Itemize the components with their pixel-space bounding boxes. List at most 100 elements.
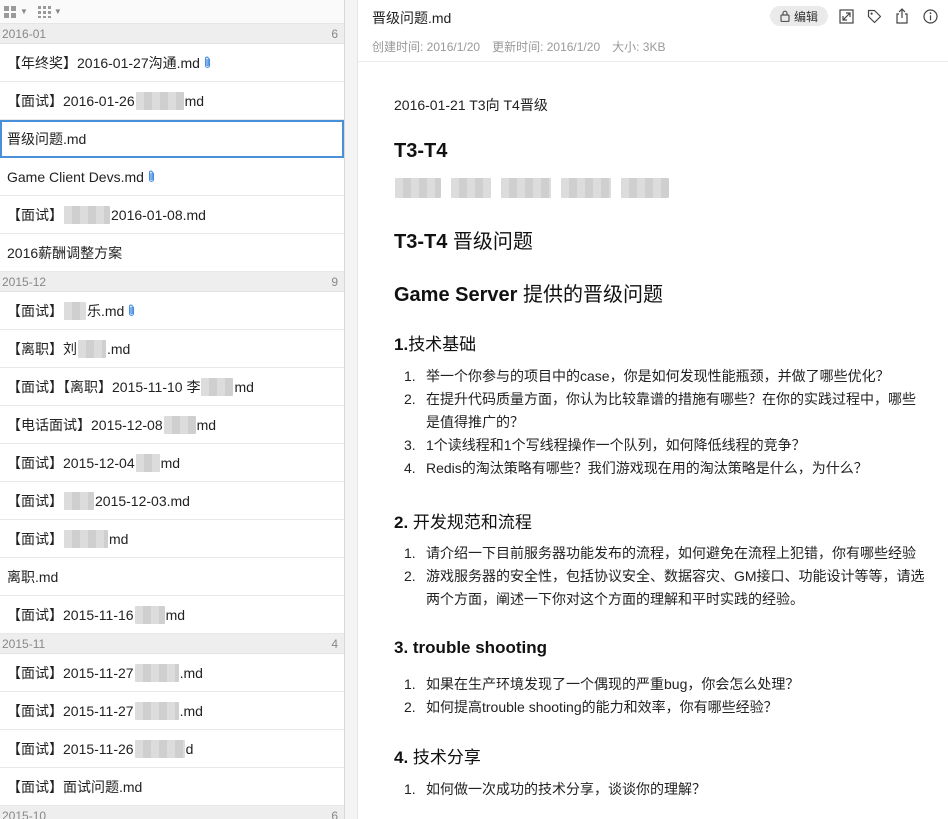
- note-title-part: .md: [107, 340, 131, 357]
- redacted-block: [501, 178, 551, 198]
- note-list-item[interactable]: 【面试】2015-11-26 d: [0, 730, 344, 768]
- redacted-block: [451, 178, 491, 198]
- updated-time: 更新时间: 2016/1/20: [492, 40, 601, 54]
- group-count: 6: [331, 808, 338, 819]
- date-line: 2016-01-21 T3向 T4晋级: [394, 97, 548, 113]
- panel-divider[interactable]: [344, 0, 358, 819]
- group-label: 2016-01: [2, 26, 47, 41]
- group-count: 9: [331, 274, 338, 289]
- note-list-item[interactable]: 【面试】2015-11-16 md: [0, 596, 344, 634]
- list-item: 1. 如果在生产环境发现了一个偶现的严重bug，你会怎么处理？: [404, 676, 800, 692]
- heading-game-server-zh: 提供的晋级问题: [517, 284, 663, 306]
- note-list-item[interactable]: Game Client Devs.md: [0, 158, 344, 196]
- note-list-item[interactable]: 离职.md: [0, 558, 344, 596]
- group-count: 4: [331, 636, 338, 651]
- section-2-number: 2.: [394, 513, 409, 532]
- note-title-part: 【面试】2015-11-27: [7, 664, 134, 681]
- note-title-part: .md: [179, 702, 203, 719]
- note-title-part: 【面试】2015-12-04: [7, 454, 135, 471]
- note-list-item[interactable]: 【面试】2015-12-04 md: [0, 444, 344, 482]
- file-size: 大小: 3KB: [612, 40, 666, 54]
- redacted-block: [135, 91, 184, 110]
- note-title-part: md: [234, 378, 254, 395]
- note-title-part: md: [109, 530, 129, 547]
- note-list-item[interactable]: 【面试】面试问题.md: [0, 768, 344, 806]
- list-item: 2. 在提升代码质量方面，你认为比较靠谱的措施有哪些？在你的实践过程中，哪些 是值得…: [404, 391, 916, 430]
- note-list: 2016-01 6 【年终奖】2016-01-27沟通.md 【面试】2016-01-…: [0, 24, 344, 819]
- note-title-part: 【面试】: [7, 492, 63, 509]
- edit-button[interactable]: 编辑: [769, 6, 828, 26]
- list-item: 2. 游戏服务器的安全性，包括协议安全、数据容灾、GM接口、功能设计等等，请选 两个…: [404, 568, 925, 607]
- note-title-part: 乐.md: [87, 302, 125, 319]
- note-list-item[interactable]: 【电话面试】2015-12-08 md: [0, 406, 344, 444]
- share-button[interactable]: [892, 6, 912, 26]
- group-label: 2015-10: [2, 808, 47, 819]
- note-list-item[interactable]: 【面试】2016-01-26 md: [0, 82, 344, 120]
- note-title-part: 2016-01-08.md: [111, 206, 206, 223]
- list-toolbar: ▼ ▼: [0, 0, 344, 24]
- info-button[interactable]: [920, 6, 940, 26]
- note-list-item[interactable]: 2016薪酬调整方案: [0, 234, 344, 272]
- note-title-part: 【面试】: [7, 302, 63, 319]
- note-title-part: 【离职】刘: [7, 340, 77, 357]
- note-title-part: 2015-12-03.md: [95, 492, 190, 509]
- redacted-block: [395, 178, 441, 198]
- expand-icon: [838, 8, 854, 24]
- note-title-part: 【面试】【离职】2015-11-10 李: [7, 378, 201, 395]
- section-3-list: 1. 如果在生产环境发现了一个偶现的严重bug，你会怎么处理？ 2. 如何提高tro…: [394, 673, 799, 719]
- heading-game-server-en: Game Server: [394, 284, 518, 306]
- note-list-item[interactable]: 【面试】2015-11-27 .md: [0, 654, 344, 692]
- sort-mode-button[interactable]: ▼: [37, 5, 62, 18]
- section-2-title: 2. 开发规范和流程: [394, 508, 532, 533]
- note-list-item[interactable]: 【面试】2015-11-27 .md: [0, 692, 344, 730]
- expand-button[interactable]: [836, 6, 856, 26]
- note-title-part: md: [165, 606, 186, 623]
- group-header: 2015-11 4: [0, 634, 344, 654]
- note-list-item[interactable]: 【面试】 2015-12-03.md: [0, 482, 344, 520]
- section-1-label: 技术基础: [408, 335, 477, 354]
- list-item: 1. 如何做一次成功的技术分享，谈谈你的理解？: [404, 781, 706, 797]
- group-header: 2015-10 6: [0, 806, 344, 819]
- tag-button[interactable]: [864, 6, 884, 26]
- view-mode-icon: [4, 5, 16, 18]
- note-list-item[interactable]: 【离职】刘 .md: [0, 330, 344, 368]
- note-title-part: 【年终奖】2016-01-27沟通.md: [7, 54, 200, 71]
- list-item: 3. 1个读线程和1个写线程操作一个队列，如何降低线程的竞争？: [404, 437, 806, 453]
- group-label: 2015-11: [2, 636, 46, 651]
- heading-game-server: Game Server 提供的晋级问题: [394, 278, 663, 307]
- heading-promotion: T3-T4 晋级问题: [394, 225, 533, 254]
- chevron-down-icon: ▼: [53, 7, 62, 16]
- info-icon: [922, 8, 938, 24]
- heading-t3-t4: T3-T4: [394, 140, 448, 162]
- document-panel: 晋级问题.md 创建时间: 2016/1/20 更新时间: 2016/1/20 …: [358, 0, 948, 819]
- note-title-part: 【面试】2015-11-26: [7, 740, 134, 757]
- note-title-part: d: [185, 740, 194, 757]
- note-list-item[interactable]: 【面试】【离职】2015-11-10 李 md: [0, 368, 344, 406]
- section-1-number: 1.: [394, 335, 409, 354]
- note-title-part: 【面试】: [7, 206, 63, 223]
- view-mode-button[interactable]: ▼: [4, 5, 28, 18]
- list-item: 1. 举一个你参与的项目中的case，你是如何发现性能瓶颈，并做了哪些优化？: [404, 368, 890, 384]
- note-title-part: 【面试】2015-11-16: [7, 606, 134, 623]
- group-label: 2015-12: [2, 274, 47, 289]
- document-meta: 创建时间: 2016/1/20 更新时间: 2016/1/20 大小: 3KB: [372, 38, 665, 55]
- note-list-item[interactable]: 【年终奖】2016-01-27沟通.md: [0, 44, 344, 82]
- paperclip-icon: [203, 56, 212, 69]
- note-title-part: .md: [179, 664, 203, 681]
- section-3-title: 3. trouble shooting: [394, 638, 547, 657]
- group-count: 6: [331, 26, 338, 41]
- redacted-block: [64, 529, 108, 548]
- note-list-item[interactable]: 【面试】 md: [0, 520, 344, 558]
- section-4-list: 1. 如何做一次成功的技术分享，谈谈你的理解？: [394, 778, 706, 801]
- section-2-label: 开发规范和流程: [408, 513, 532, 532]
- note-list-item[interactable]: 晋级问题.md: [0, 120, 344, 158]
- note-title-part: 【面试】2016-01-26: [7, 92, 135, 109]
- grid-icon: [37, 5, 51, 18]
- note-list-panel: ▼ ▼ 2016-01 6 【年终奖】2016-01-27沟通.md 【面试】2016…: [0, 0, 344, 819]
- heading-promotion-en: T3-T4: [394, 231, 448, 253]
- redacted-block: [64, 301, 86, 320]
- note-title-part: 【面试】2015-11-27: [7, 702, 134, 719]
- note-title-part: 离职.md: [7, 568, 59, 585]
- note-list-item[interactable]: 【面试】 2016-01-08.md: [0, 196, 344, 234]
- note-list-item[interactable]: 【面试】 乐.md: [0, 292, 344, 330]
